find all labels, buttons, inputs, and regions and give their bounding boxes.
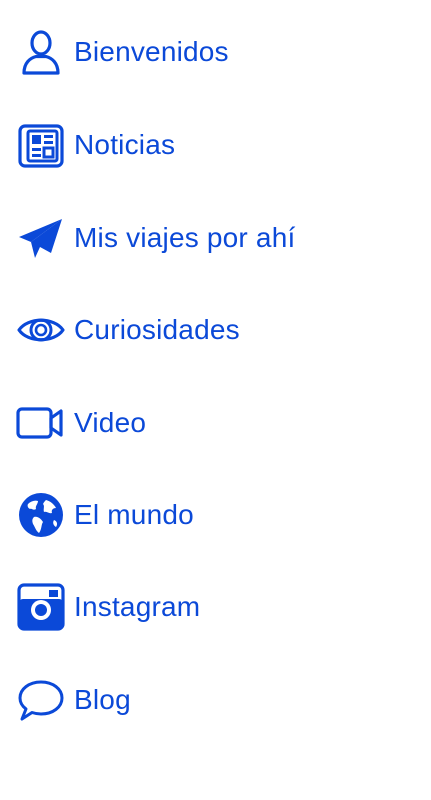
globe-icon [16, 490, 66, 540]
menu-item-video[interactable]: Video [16, 398, 146, 448]
menu-item-label: Video [74, 407, 147, 438]
menu-item-el-mundo[interactable]: El mundo [16, 490, 194, 540]
video-camera-icon [16, 398, 66, 448]
navigation-menu: Bienvenidos Noticias Mis viajes por ahí [0, 0, 431, 800]
menu-item-mis-viajes[interactable]: Mis viajes por ahí [16, 213, 295, 263]
user-icon [16, 27, 66, 77]
instagram-icon [16, 582, 66, 632]
menu-item-label: Instagram [74, 591, 201, 622]
menu-item-blog[interactable]: Blog [16, 675, 131, 725]
eye-icon [16, 305, 66, 355]
paper-plane-icon [16, 213, 66, 263]
newspaper-icon [16, 120, 66, 170]
menu-item-curiosidades[interactable]: Curiosidades [16, 305, 240, 355]
menu-item-label: El mundo [74, 499, 194, 530]
menu-item-label: Blog [74, 684, 131, 715]
menu-item-bienvenidos[interactable]: Bienvenidos [16, 27, 229, 77]
menu-item-noticias[interactable]: Noticias [16, 120, 175, 170]
chat-bubble-icon [16, 675, 66, 725]
menu-item-instagram[interactable]: Instagram [16, 582, 200, 632]
menu-item-label: Noticias [74, 129, 176, 160]
menu-item-label: Curiosidades [74, 314, 240, 345]
menu-item-label: Bienvenidos [74, 36, 229, 67]
menu-item-label: Mis viajes por ahí [74, 222, 296, 253]
